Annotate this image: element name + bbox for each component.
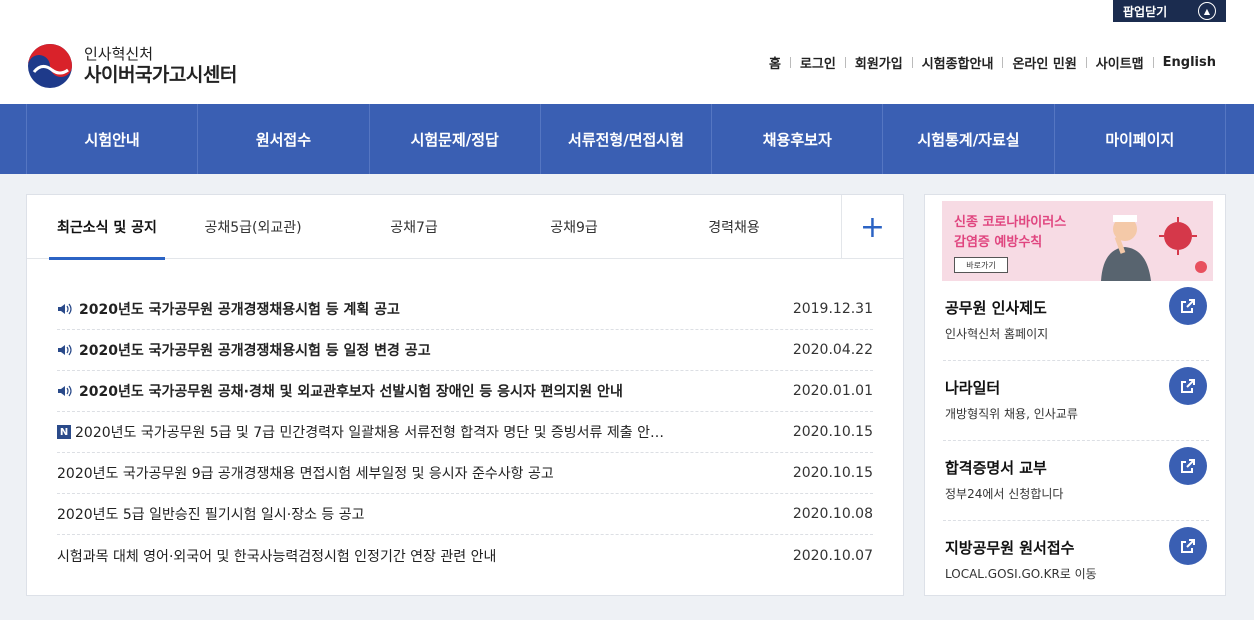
government-emblem-icon <box>28 44 72 88</box>
banner-line1: 신종 코로나바이러스 <box>954 215 1067 230</box>
nav-mypage[interactable]: 마이페이지 <box>1055 104 1226 174</box>
tab-grade5-diplomat[interactable]: 공채5급(외교관) <box>190 195 316 259</box>
nav-candidates[interactable]: 채용후보자 <box>712 104 884 174</box>
new-badge-icon: N <box>57 425 71 439</box>
site-logo[interactable]: 인사혁신처 사이버국가고시센터 <box>26 42 237 90</box>
external-link-icon[interactable] <box>1169 447 1207 485</box>
notice-date: 2020.10.08 <box>792 506 873 522</box>
notice-title: 2020년도 국가공무원 공개경쟁채용시험 등 일정 변경 공고 <box>79 343 431 359</box>
link-desc: 개방형직위 채용, 인사교류 <box>945 407 1078 421</box>
list-item[interactable]: N 2020년도 국가공무원 5급 및 7급 민간경력자 일괄채용 서류전형 합… <box>57 412 873 453</box>
util-sitemap-link[interactable]: 사이트맵 <box>1096 53 1144 72</box>
link-title: 합격증명서 교부 <box>945 459 1047 477</box>
nav-exam-info[interactable]: 시험안내 <box>27 104 199 174</box>
util-home-link[interactable]: 홈 <box>769 53 781 72</box>
link-desc: 인사혁신처 홈페이지 <box>945 327 1049 341</box>
nav-document-interview[interactable]: 서류전형/면접시험 <box>541 104 713 174</box>
list-item[interactable]: 2020년도 5급 일반승진 필기시험 일시·장소 등 공고 2020.10.0… <box>57 494 873 535</box>
nav-questions-answers[interactable]: 시험문제/정답 <box>370 104 541 174</box>
notice-list: 2020년도 국가공무원 공개경쟁채용시험 등 계획 공고 2019.12.31… <box>57 289 873 576</box>
link-title: 나라일터 <box>945 379 1001 397</box>
notice-date: 2020.10.15 <box>792 465 873 481</box>
speaker-icon <box>58 303 72 315</box>
nav-application[interactable]: 원서접수 <box>198 104 370 174</box>
link-nara-ilteo[interactable]: 나라일터 개방형직위 채용, 인사교류 <box>943 361 1209 441</box>
list-item[interactable]: 2020년도 국가공무원 공개경쟁채용시험 등 일정 변경 공고 2020.04… <box>57 330 873 371</box>
notice-date: 2020.10.15 <box>792 424 873 440</box>
link-title: 공무원 인사제도 <box>945 299 1047 317</box>
external-link-icon[interactable] <box>1169 287 1207 325</box>
divider <box>1152 57 1154 68</box>
logo-title: 사이버국가고시센터 <box>84 64 237 86</box>
popup-close-label: 팝업닫기 <box>1123 4 1168 19</box>
link-hr-system[interactable]: 공무원 인사제도 인사혁신처 홈페이지 <box>943 281 1209 361</box>
popup-close-button[interactable]: 팝업닫기 ▲ <box>1113 0 1226 22</box>
notice-title: 2020년도 국가공무원 5급 및 7급 민간경력자 일괄채용 서류전형 합격자… <box>75 425 664 441</box>
notice-title: 2020년도 국가공무원 공채·경채 및 외교관후보자 선발시험 장애인 등 응… <box>79 384 623 400</box>
link-desc: LOCAL.GOSI.GO.KR로 이동 <box>945 567 1097 581</box>
chevron-up-icon: ▲ <box>1198 2 1216 20</box>
util-exam-guide-link[interactable]: 시험종합안내 <box>922 53 994 72</box>
more-plus-button[interactable]: + <box>841 195 903 259</box>
notice-tabs: 최근소식 및 공지 공채5급(외교관) 공채7급 공채9급 경력채용 + <box>27 195 903 260</box>
speaker-icon <box>58 385 72 397</box>
notice-date: 2020.04.22 <box>792 342 873 358</box>
divider <box>844 57 846 68</box>
speaker-icon <box>58 344 72 356</box>
util-english-link[interactable]: English <box>1163 55 1216 70</box>
list-item[interactable]: 2020년도 국가공무원 공개경쟁채용시험 등 계획 공고 2019.12.31 <box>57 289 873 330</box>
external-link-icon[interactable] <box>1169 367 1207 405</box>
notice-title: 2020년도 국가공무원 공개경쟁채용시험 등 계획 공고 <box>79 302 400 318</box>
list-item[interactable]: 2020년도 국가공무원 공채·경채 및 외교관후보자 선발시험 장애인 등 응… <box>57 371 873 412</box>
external-link-icon[interactable] <box>1169 527 1207 565</box>
util-login-link[interactable]: 로그인 <box>800 53 836 72</box>
sick-person-illustration-icon <box>1101 215 1207 281</box>
tab-grade7[interactable]: 공채7급 <box>349 195 479 259</box>
utility-nav: 홈 로그인 회원가입 시험종합안내 온라인 민원 사이트맵 English <box>769 53 1216 72</box>
link-local-application[interactable]: 지방공무원 원서접수 LOCAL.GOSI.GO.KR로 이동 <box>943 521 1209 601</box>
list-item[interactable]: 시험과목 대체 영어·외국어 및 한국사능력검정시험 인정기간 연장 관련 안내… <box>57 535 873 576</box>
tab-recent-news[interactable]: 최근소식 및 공지 <box>49 195 165 260</box>
divider <box>911 57 913 68</box>
nav-statistics[interactable]: 시험통계/자료실 <box>883 104 1055 174</box>
banner-go-button[interactable]: 바로가기 <box>954 257 1008 273</box>
tab-grade9[interactable]: 공채9급 <box>509 195 639 259</box>
quick-links-panel: 신종 코로나바이러스 감염증 예방수칙 바로가기 공무원 인사제도 인사혁신처 … <box>924 194 1226 596</box>
banner-line2: 감염증 예방수칙 <box>954 235 1043 250</box>
divider <box>789 57 791 68</box>
main-nav: 시험안내 원서접수 시험문제/정답 서류전형/면접시험 채용후보자 시험통계/자… <box>0 104 1254 174</box>
tab-career[interactable]: 경력채용 <box>669 195 799 259</box>
logo-subtitle: 인사혁신처 <box>84 45 154 63</box>
link-desc: 정부24에서 신청합니다 <box>945 487 1064 501</box>
notice-title: 2020년도 5급 일반승진 필기시험 일시·장소 등 공고 <box>57 507 365 523</box>
notice-date: 2020.10.07 <box>792 547 873 564</box>
notice-date: 2019.12.31 <box>792 301 873 317</box>
notice-panel: 최근소식 및 공지 공채5급(외교관) 공채7급 공채9급 경력채용 + 202… <box>26 194 904 596</box>
list-item[interactable]: 2020년도 국가공무원 9급 공개경쟁채용 면접시험 세부일정 및 응시자 준… <box>57 453 873 494</box>
divider <box>1002 57 1004 68</box>
header: 팝업닫기 ▲ 인사혁신처 사이버국가고시센터 홈 로그인 회원가입 시험종합안내… <box>0 0 1254 104</box>
link-title: 지방공무원 원서접수 <box>945 539 1075 557</box>
divider <box>1085 57 1087 68</box>
covid-banner[interactable]: 신종 코로나바이러스 감염증 예방수칙 바로가기 <box>942 201 1213 281</box>
notice-date: 2020.01.01 <box>792 383 873 399</box>
util-join-link[interactable]: 회원가입 <box>855 53 903 72</box>
notice-title: 2020년도 국가공무원 9급 공개경쟁채용 면접시험 세부일정 및 응시자 준… <box>57 466 554 482</box>
notice-title: 시험과목 대체 영어·외국어 및 한국사능력검정시험 인정기간 연장 관련 안내 <box>57 548 497 565</box>
util-online-civil-link[interactable]: 온라인 민원 <box>1012 53 1076 72</box>
link-certificate[interactable]: 합격증명서 교부 정부24에서 신청합니다 <box>943 441 1209 521</box>
